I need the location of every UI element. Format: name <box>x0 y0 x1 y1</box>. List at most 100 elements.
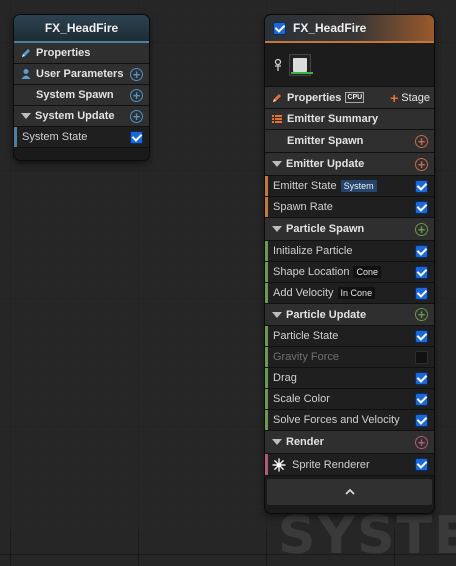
particle-state-enabled-checkbox[interactable] <box>415 329 428 343</box>
system-spawn-row[interactable]: System Spawn + <box>14 85 149 106</box>
thumbnail-active-indicator <box>291 72 313 74</box>
add-emitter-spawn-module-button[interactable]: + <box>415 134 428 148</box>
module-color-bar <box>265 389 268 409</box>
add-velocity-enabled-checkbox[interactable] <box>415 286 428 300</box>
chevron-up-icon <box>344 488 355 495</box>
module-color-bar <box>265 197 268 217</box>
drag-enabled-checkbox[interactable] <box>415 371 428 385</box>
solve-forces-enabled-checkbox[interactable] <box>415 413 428 427</box>
emitter-state-enabled-checkbox[interactable] <box>415 179 428 193</box>
scale-color-enabled-checkbox[interactable] <box>415 392 428 406</box>
collapse-triangle-icon[interactable] <box>272 226 282 232</box>
system-properties-row[interactable]: Properties <box>14 43 149 64</box>
add-user-parameter-button[interactable]: + <box>130 67 143 81</box>
user-parameters-label: User Parameters <box>36 68 124 80</box>
shape-location-module[interactable]: Shape Location Cone <box>265 262 434 283</box>
add-system-spawn-module-button[interactable]: + <box>130 88 143 102</box>
emitter-properties-label: Properties <box>287 91 342 104</box>
emitter-thumbnail-bar <box>265 43 434 87</box>
pin-icon[interactable] <box>273 58 283 72</box>
initialize-particle-enabled-checkbox[interactable] <box>415 244 428 258</box>
drag-module[interactable]: Drag <box>265 368 434 389</box>
system-state-enabled-checkbox[interactable] <box>130 130 143 144</box>
emitter-state-module[interactable]: Emitter State System <box>265 176 434 197</box>
emitter-summary-row[interactable]: Emitter Summary <box>265 109 434 130</box>
gravity-force-module[interactable]: Gravity Force <box>265 347 434 368</box>
initialize-particle-module[interactable]: Initialize Particle <box>265 241 434 262</box>
module-color-bar <box>265 368 268 388</box>
module-color-bar <box>265 326 268 346</box>
drag-label: Drag <box>273 372 297 384</box>
sprite-renderer-enabled-checkbox[interactable] <box>415 458 428 471</box>
emitter-spawn-row[interactable]: Emitter Spawn + <box>265 130 434 153</box>
add-stage-button[interactable]: + Stage <box>390 91 430 105</box>
system-state-label: System State <box>22 131 88 143</box>
shape-location-label: Shape Location <box>273 266 350 278</box>
emitter-update-label: Emitter Update <box>286 158 365 170</box>
add-velocity-tag: In Cone <box>337 287 376 299</box>
system-spawn-label: System Spawn <box>36 89 114 101</box>
scale-color-module[interactable]: Scale Color <box>265 389 434 410</box>
add-particle-spawn-module-button[interactable]: + <box>415 222 428 236</box>
particle-update-row[interactable]: Particle Update + <box>265 304 434 326</box>
spawn-rate-enabled-checkbox[interactable] <box>415 200 428 214</box>
particle-state-module[interactable]: Particle State <box>265 326 434 347</box>
gravity-force-enabled-checkbox[interactable] <box>415 350 428 364</box>
collapse-triangle-icon[interactable] <box>272 161 282 167</box>
add-renderer-button[interactable]: + <box>415 435 428 449</box>
system-node-header[interactable]: FX_HeadFire <box>14 15 149 43</box>
sprite-renderer-label: Sprite Renderer <box>292 458 370 471</box>
add-velocity-label: Add Velocity <box>273 287 334 299</box>
add-velocity-module[interactable]: Add Velocity In Cone <box>265 283 434 304</box>
emitter-spawn-label: Emitter Spawn <box>287 135 364 147</box>
add-particle-update-module-button[interactable]: + <box>415 308 428 321</box>
add-emitter-update-module-button[interactable]: + <box>415 157 428 171</box>
solve-forces-module[interactable]: Solve Forces and Velocity <box>265 410 434 431</box>
emitter-node-title: FX_HeadFire <box>293 21 367 35</box>
spawn-rate-module[interactable]: Spawn Rate <box>265 197 434 218</box>
emitter-node[interactable]: FX_HeadFire Properties CPU + Stage Emitte… <box>265 15 434 513</box>
emitter-state-tag: System <box>340 180 377 192</box>
system-update-row[interactable]: System Update + <box>14 106 149 127</box>
pencil-icon <box>22 49 30 57</box>
render-label: Render <box>286 436 324 448</box>
pencil-icon <box>273 93 281 102</box>
module-color-bar <box>265 347 268 367</box>
shape-location-tag: Cone <box>353 266 381 278</box>
emitter-node-header[interactable]: FX_HeadFire <box>265 15 434 43</box>
add-system-update-module-button[interactable]: + <box>130 109 143 123</box>
particle-update-label: Particle Update <box>286 308 367 321</box>
particle-state-label: Particle State <box>273 330 339 342</box>
collapse-node-button[interactable] <box>267 479 432 505</box>
render-row[interactable]: Render + <box>265 431 434 454</box>
particle-spawn-row[interactable]: Particle Spawn + <box>265 218 434 241</box>
system-node[interactable]: FX_HeadFire Properties User Parameters +… <box>14 15 149 160</box>
add-stage-label: Stage <box>401 91 430 104</box>
system-properties-label: Properties <box>36 47 91 59</box>
spawn-rate-label: Spawn Rate <box>273 201 333 213</box>
emitter-properties-row[interactable]: Properties CPU + Stage <box>265 87 434 109</box>
system-watermark: SYSTE <box>278 506 456 566</box>
cpu-badge: CPU <box>345 92 365 103</box>
sprite-burst-icon <box>272 457 286 472</box>
gravity-force-label: Gravity Force <box>273 351 340 363</box>
collapse-triangle-icon[interactable] <box>272 311 282 318</box>
emitter-enabled-checkbox[interactable] <box>273 21 286 35</box>
system-update-label: System Update <box>35 110 115 122</box>
module-color-bar <box>265 410 268 430</box>
module-color-bar <box>265 176 268 196</box>
module-color-bar <box>265 283 268 303</box>
shape-location-enabled-checkbox[interactable] <box>415 265 428 279</box>
plus-icon: + <box>390 89 399 106</box>
system-node-title: FX_HeadFire <box>44 21 119 35</box>
collapse-triangle-icon[interactable] <box>272 439 282 445</box>
initialize-particle-label: Initialize Particle <box>273 245 353 257</box>
module-color-bar <box>265 241 268 261</box>
sprite-renderer-module[interactable]: Sprite Renderer <box>265 454 434 476</box>
system-state-module[interactable]: System State <box>14 127 149 148</box>
user-parameters-row[interactable]: User Parameters + <box>14 64 149 85</box>
collapse-triangle-icon[interactable] <box>21 113 31 119</box>
emitter-update-row[interactable]: Emitter Update + <box>265 153 434 176</box>
module-color-bar <box>265 454 268 475</box>
module-color-bar <box>14 127 17 147</box>
